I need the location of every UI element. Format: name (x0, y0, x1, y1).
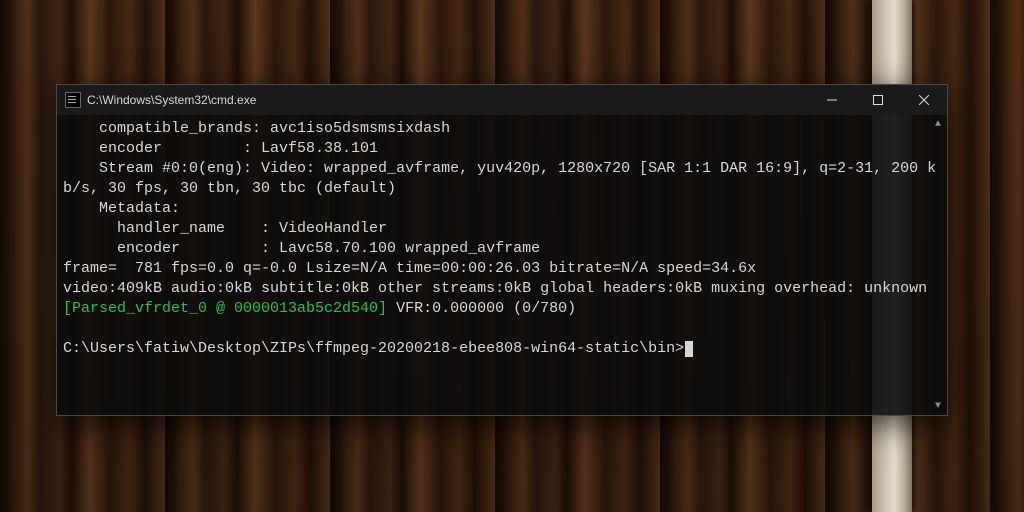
scroll-up-arrow[interactable]: ▲ (931, 117, 945, 131)
minimize-button[interactable] (809, 85, 855, 115)
terminal-output: compatible_brands: avc1iso5dsmsmsixdash … (63, 119, 937, 359)
cmd-window: C:\Windows\System32\cmd.exe ▲ compatible… (56, 84, 948, 416)
term-line-green: [Parsed_vfrdet_0 @ 0000013ab5c2d540] (63, 300, 387, 317)
terminal-client-area[interactable]: ▲ compatible_brands: avc1iso5dsmsmsixdas… (57, 115, 947, 415)
term-line: VFR:0.000000 (0/780) (387, 300, 576, 317)
term-line: encoder : Lavf58.38.101 (63, 140, 378, 157)
cursor (685, 341, 693, 357)
close-button[interactable] (901, 85, 947, 115)
cmd-icon (65, 92, 81, 108)
minimize-icon (827, 95, 837, 105)
maximize-icon (873, 95, 883, 105)
term-line: Metadata: (63, 200, 180, 217)
term-line: video:409kB audio:0kB subtitle:0kB other… (63, 280, 927, 297)
titlebar[interactable]: C:\Windows\System32\cmd.exe (57, 85, 947, 115)
term-line: compatible_brands: avc1iso5dsmsmsixdash (63, 120, 450, 137)
term-line: encoder : Lavc58.70.100 wrapped_avframe (63, 240, 540, 257)
prompt-line: C:\Users\fatiw\Desktop\ZIPs\ffmpeg-20200… (63, 340, 684, 357)
term-line: handler_name : VideoHandler (63, 220, 387, 237)
scroll-down-arrow[interactable]: ▼ (931, 399, 945, 413)
close-icon (919, 95, 929, 105)
term-line: Stream #0:0(eng): Video: wrapped_avframe… (63, 160, 936, 197)
term-line: frame= 781 fps=0.0 q=-0.0 Lsize=N/A time… (63, 260, 756, 277)
window-title: C:\Windows\System32\cmd.exe (87, 93, 256, 107)
maximize-button[interactable] (855, 85, 901, 115)
